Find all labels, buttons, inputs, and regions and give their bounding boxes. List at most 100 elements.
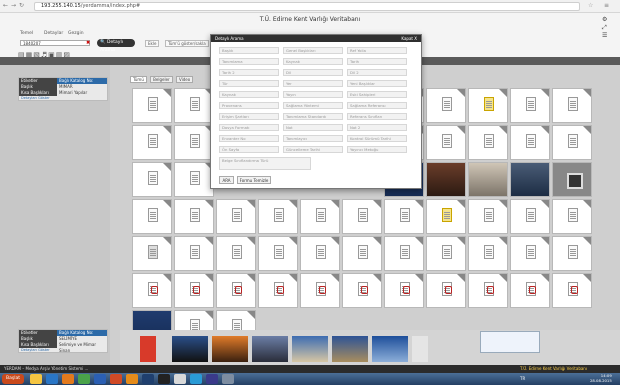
thumbnail[interactable]	[468, 88, 508, 123]
media-icon[interactable]	[62, 374, 74, 384]
thumbnail[interactable]	[212, 336, 248, 362]
thumbnail[interactable]	[300, 236, 340, 271]
clock[interactable]: 14:09 28.08.2015	[590, 373, 612, 383]
tab-video[interactable]: Video	[175, 76, 194, 83]
search-field[interactable]: Envanter No	[219, 135, 279, 142]
thumbnail[interactable]	[300, 199, 340, 234]
classification-field[interactable]: Belge Sınıflandırma Türü	[219, 157, 311, 170]
thumbnail[interactable]	[510, 199, 550, 234]
thumbnail[interactable]	[552, 273, 592, 308]
thumbnail[interactable]	[552, 236, 592, 271]
search-field[interactable]: Ön Sayfa	[219, 146, 279, 153]
word-icon[interactable]	[94, 374, 106, 384]
app-icon[interactable]	[206, 374, 218, 384]
search-field[interactable]: Kaynak	[219, 91, 279, 98]
forward-icon[interactable]: →	[10, 2, 17, 10]
thumbnail[interactable]	[510, 162, 550, 197]
search-field[interactable]: Eski Sahipleri	[347, 91, 407, 98]
search-field[interactable]: Tür	[219, 80, 279, 87]
tab-all[interactable]: Tümü	[130, 76, 147, 83]
search-field[interactable]: Yeni Başlıklar	[347, 80, 407, 87]
search-field[interactable]: Başlık	[219, 47, 279, 54]
search-field[interactable]: Tanımlama Standardı	[283, 113, 343, 120]
skype-icon[interactable]	[190, 374, 202, 384]
notification-popup[interactable]	[480, 331, 540, 353]
search-field[interactable]: Tarih 2	[219, 69, 279, 76]
thumbnail[interactable]	[174, 162, 214, 197]
clear-form-button[interactable]: Formu Temizle	[237, 176, 271, 184]
folder-icon[interactable]	[30, 374, 42, 384]
ie-icon[interactable]	[46, 374, 58, 384]
search-field[interactable]: Dil 2	[347, 69, 407, 76]
thumbnail[interactable]	[342, 199, 382, 234]
powerpoint-icon[interactable]	[110, 374, 122, 384]
search-field[interactable]: Dil	[283, 69, 343, 76]
search-field[interactable]: Kaynak	[283, 58, 343, 65]
search-field[interactable]: Yayın	[283, 91, 343, 98]
thumbnail[interactable]	[552, 162, 592, 197]
app-icon[interactable]	[222, 374, 234, 384]
search-field[interactable]: Referans Sınıfları	[347, 113, 407, 120]
search-field[interactable]: Tarih	[347, 58, 407, 65]
thumbnail[interactable]	[132, 125, 172, 160]
add-button[interactable]: Ekle	[145, 40, 160, 47]
thumbnail[interactable]	[426, 273, 466, 308]
thumbnail[interactable]	[510, 125, 550, 160]
thumbnail[interactable]	[552, 199, 592, 234]
thumbnail[interactable]	[510, 236, 550, 271]
thumbnail[interactable]	[552, 88, 592, 123]
fullscreen-icon[interactable]: ⤢	[602, 24, 607, 32]
thumbnail[interactable]	[510, 88, 550, 123]
thumbnail[interactable]	[468, 273, 508, 308]
thumbnail[interactable]	[174, 88, 214, 123]
thumbnail[interactable]	[426, 199, 466, 234]
thumbnail[interactable]	[174, 273, 214, 308]
search-field[interactable]: Sağlama Referansı	[347, 102, 407, 109]
outlook-icon[interactable]	[126, 374, 138, 384]
thumbnail[interactable]	[468, 162, 508, 197]
thumbnail[interactable]	[426, 125, 466, 160]
thumbnail[interactable]	[426, 162, 466, 197]
search-field[interactable]: Yer	[283, 80, 343, 87]
tray-language[interactable]: TR	[520, 376, 525, 381]
thumbnail[interactable]	[384, 199, 424, 234]
search-field[interactable]: Not	[283, 124, 343, 131]
thumbnail[interactable]	[216, 199, 256, 234]
thumbnail[interactable]	[372, 336, 408, 362]
list-icon[interactable]: ☰	[602, 32, 607, 39]
thumbnail[interactable]	[174, 236, 214, 271]
thumbnail[interactable]	[426, 88, 466, 123]
thumbnail[interactable]	[552, 125, 592, 160]
advanced-search-button[interactable]: 🔍 Detaylı Arama	[97, 39, 135, 53]
thumbnail[interactable]	[426, 236, 466, 271]
thumbnail[interactable]	[132, 199, 172, 234]
thumbnail[interactable]	[140, 336, 156, 362]
thumbnail[interactable]	[252, 336, 288, 362]
thumbnail[interactable]	[172, 336, 208, 362]
tab-temel[interactable]: Temel	[20, 30, 33, 37]
thumbnail[interactable]	[132, 162, 172, 197]
search-field[interactable]: Güncelleme Tarihi	[283, 146, 343, 153]
search-field[interactable]: Dosya Formatı	[219, 124, 279, 131]
thumbnail[interactable]	[412, 336, 428, 362]
thumbnail[interactable]	[384, 236, 424, 271]
menu-icon[interactable]: ≡	[604, 2, 609, 9]
thumbnail[interactable]	[216, 236, 256, 271]
thumbnail[interactable]	[132, 88, 172, 123]
keyword-input[interactable]: 1840207	[20, 40, 90, 46]
search-field[interactable]: Provenans	[219, 102, 279, 109]
search-field[interactable]: Erişim Şartları	[219, 113, 279, 120]
search-field[interactable]: Sağlama Yöntemi	[283, 102, 343, 109]
settings-icon[interactable]: ⚙	[602, 16, 607, 23]
search-field[interactable]: Genel Başlıkları	[283, 47, 343, 54]
star-icon[interactable]: ☆	[588, 2, 593, 9]
thumbnail[interactable]	[332, 336, 368, 362]
details-link[interactable]: Detayları Göster	[19, 96, 107, 100]
address-bar[interactable]: 193.255.140.15/yerdamma/index.php#	[34, 2, 580, 11]
modal-close-button[interactable]: Kapat X	[401, 35, 417, 42]
thumbnail[interactable]	[258, 199, 298, 234]
thumbnail[interactable]	[132, 236, 172, 271]
tab-detaylar[interactable]: Detaylar	[44, 30, 63, 37]
reload-icon[interactable]: ↻	[18, 2, 25, 10]
toggle-all-button[interactable]: Tüm'ü göster/sakla	[165, 40, 209, 47]
